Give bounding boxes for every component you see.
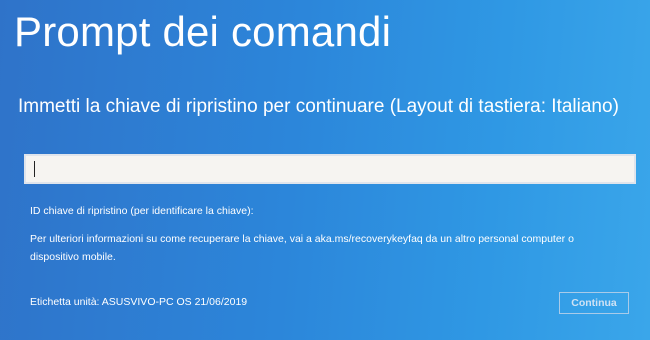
text-caret (34, 161, 35, 177)
drive-label: Etichetta unità: ASUSVIVO-PC OS 21/06/20… (30, 296, 248, 308)
bitlocker-recovery-screen: Prompt dei comandi Immetti la chiave di … (0, 0, 650, 340)
recovery-key-prompt: Immetti la chiave di ripristino per cont… (18, 96, 619, 117)
page-title: Prompt dei comandi (14, 8, 392, 55)
continue-button[interactable]: Continua (559, 292, 629, 314)
recovery-key-id-label: ID chiave di ripristino (per identificar… (30, 205, 254, 217)
recovery-info-text: Per ulteriori informazioni su come recup… (30, 233, 574, 263)
recovery-key-input[interactable] (24, 154, 636, 184)
